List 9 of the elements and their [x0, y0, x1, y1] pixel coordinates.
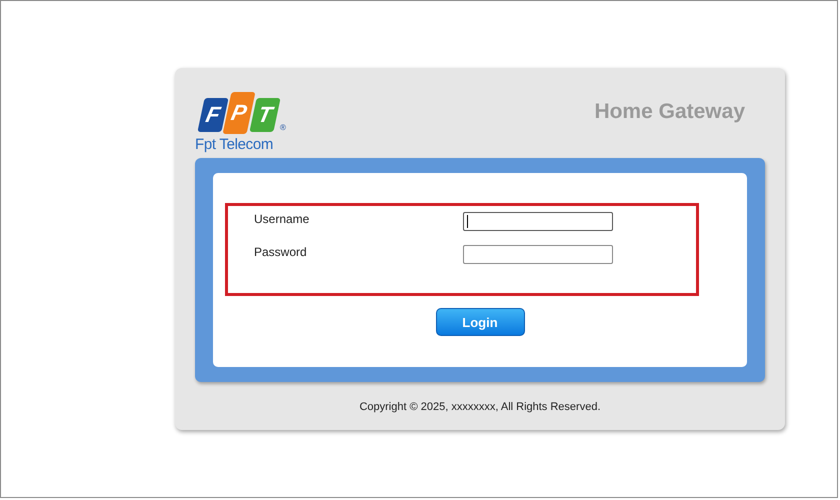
input-field[interactable] — [463, 245, 613, 264]
input-field[interactable] — [463, 212, 613, 231]
company-name: Fpt Telecom — [195, 136, 274, 153]
page-title: Home Gateway — [594, 100, 745, 125]
copyright-text: Copyright © 2025, xxxxxxxx, All Rights Reserved. — [358, 401, 602, 413]
registered-mark: ® — [280, 123, 286, 132]
field-label: Username — [254, 212, 310, 226]
login-button[interactable]: Login — [436, 308, 524, 336]
field-label: Password — [254, 245, 308, 259]
